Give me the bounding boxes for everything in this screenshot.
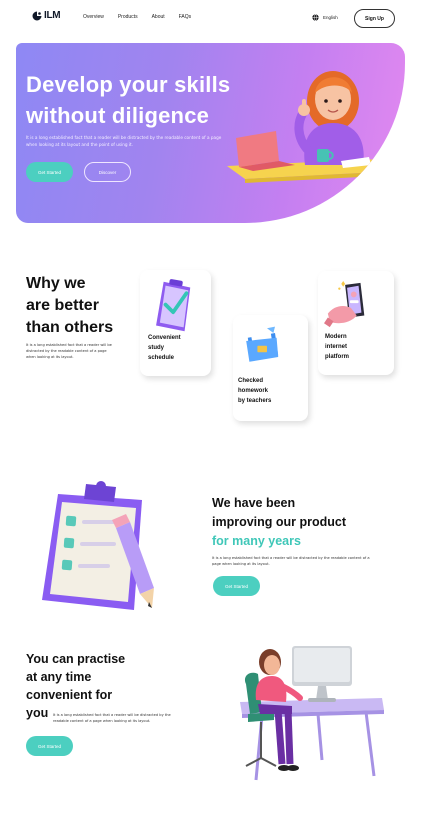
improving-get-started-button[interactable]: Get Started (213, 576, 260, 596)
ilm-logo-icon (32, 11, 42, 20)
improving-title-line-1: We have been (212, 496, 296, 510)
card-label-line: Modern (325, 334, 347, 340)
checklist-clipboard-icon (156, 279, 191, 332)
hero-discover-button[interactable]: Discover (84, 162, 131, 182)
hero-get-started-button[interactable]: Get Started (26, 162, 73, 182)
hero-banner: Develop your skills without diligence It… (16, 43, 405, 223)
language-label: English (323, 15, 338, 20)
card-label-line: schedule (148, 355, 175, 361)
sign-up-button[interactable]: Sign Up (354, 9, 395, 28)
nav-item-about[interactable]: About (152, 14, 165, 20)
feature-card-platform-label: Modern internet platform (325, 332, 349, 362)
why-section-description: It is a long established fact that a rea… (26, 343, 112, 359)
why-section-title: Why we are better than others (26, 273, 136, 339)
feature-card-schedule: Convenient study schedule (140, 270, 211, 376)
feature-card-homework-label: Checked homework by teachers (238, 376, 271, 406)
clipboard-pencil-illustration (42, 481, 154, 610)
why-title-line-2: are better (26, 297, 99, 314)
card-label-line: internet (325, 344, 348, 350)
card-label-line: homework (238, 388, 269, 394)
feature-card-schedule-label: Convenient study schedule (148, 333, 181, 363)
nav-item-faqs[interactable]: FAQs (179, 14, 192, 20)
nav-item-overview[interactable]: Overview (83, 14, 104, 20)
phone-hand-icon (324, 281, 365, 328)
card-label-line: Convenient (148, 335, 181, 341)
why-title-line-1: Why we (26, 275, 86, 292)
homework-folder-icon (246, 326, 279, 362)
feature-card-homework: Checked homework by teachers (233, 315, 308, 421)
why-title-line-3: than others (26, 319, 114, 336)
feature-card-platform: Modern internet platform (318, 271, 394, 375)
nav-item-products[interactable]: Products (118, 14, 138, 20)
practise-title-line-2: at any time (26, 670, 92, 684)
practise-get-started-button[interactable]: Get Started (26, 736, 73, 756)
language-selector[interactable]: English (312, 14, 338, 21)
site-logo[interactable]: ILM (32, 10, 61, 21)
card-label-line: platform (325, 354, 349, 360)
practise-title-line-1: You can practise (26, 652, 126, 666)
woman-at-computer-illustration (240, 646, 384, 781)
card-label-line: study (148, 345, 165, 351)
practise-title-line-3: convenient for (26, 688, 113, 702)
hero-description: It is a long established fact that a rea… (26, 135, 222, 147)
improving-title-accent: for many years (212, 534, 301, 548)
logo-text: ILM (44, 10, 61, 21)
globe-icon (312, 14, 319, 21)
site-header: ILM Overview Products About FAQs English… (0, 0, 421, 36)
main-nav: Overview Products About FAQs (83, 14, 191, 20)
card-label-line: by teachers (238, 398, 272, 404)
student-at-laptop-illustration (227, 71, 399, 183)
card-label-line: Checked (238, 378, 264, 384)
improving-title-line-2: improving our product (212, 515, 347, 529)
practise-section-description: It is a long established fact that a rea… (53, 713, 171, 723)
improving-section-description: It is a long established fact that a rea… (212, 556, 370, 566)
improving-section-title: We have been improving our product for m… (212, 494, 402, 551)
